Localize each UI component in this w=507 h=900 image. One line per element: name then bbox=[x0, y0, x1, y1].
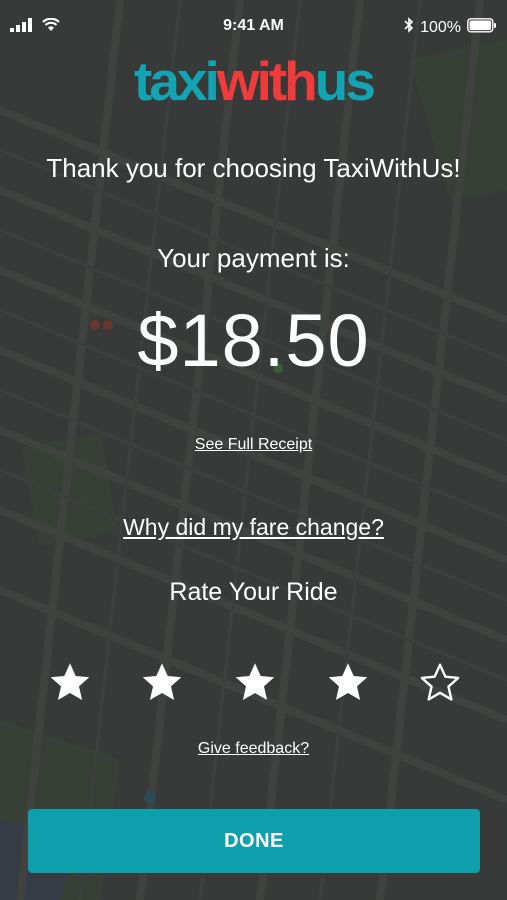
star-rating bbox=[0, 660, 507, 706]
taxiwithus-logo: taxiwithus bbox=[0, 50, 507, 112]
star-2-button[interactable] bbox=[140, 660, 184, 704]
star-filled-icon bbox=[235, 663, 275, 700]
star-5-button[interactable] bbox=[418, 660, 462, 704]
payment-label: Your payment is: bbox=[157, 243, 350, 273]
payment-amount: $18.50 bbox=[137, 299, 370, 382]
rate-your-ride-title: Rate Your Ride bbox=[169, 578, 338, 606]
logo-part-taxi: taxi bbox=[134, 50, 220, 112]
star-4-button[interactable] bbox=[326, 660, 370, 704]
battery-icon bbox=[467, 17, 497, 38]
thank-you-message: Thank you for choosing TaxiWithUs! bbox=[46, 153, 461, 183]
see-full-receipt-link[interactable]: See Full Receipt bbox=[0, 436, 507, 454]
star-3-button[interactable] bbox=[233, 660, 277, 704]
fare-change-link[interactable]: Why did my fare change? bbox=[0, 514, 507, 541]
star-outline-icon bbox=[420, 663, 460, 701]
status-bar: 9:41 AM 100% bbox=[0, 0, 507, 52]
star-filled-icon bbox=[142, 663, 182, 700]
battery-percent: 100% bbox=[420, 18, 461, 36]
done-button[interactable]: DONE bbox=[28, 809, 480, 873]
star-filled-icon bbox=[50, 663, 90, 700]
star-1-button[interactable] bbox=[48, 660, 92, 704]
star-filled-icon bbox=[328, 663, 368, 700]
logo-part-us: us bbox=[314, 50, 376, 112]
give-feedback-link[interactable]: Give feedback? bbox=[0, 740, 507, 758]
logo-part-with: with bbox=[216, 50, 318, 112]
bluetooth-icon bbox=[404, 17, 414, 38]
